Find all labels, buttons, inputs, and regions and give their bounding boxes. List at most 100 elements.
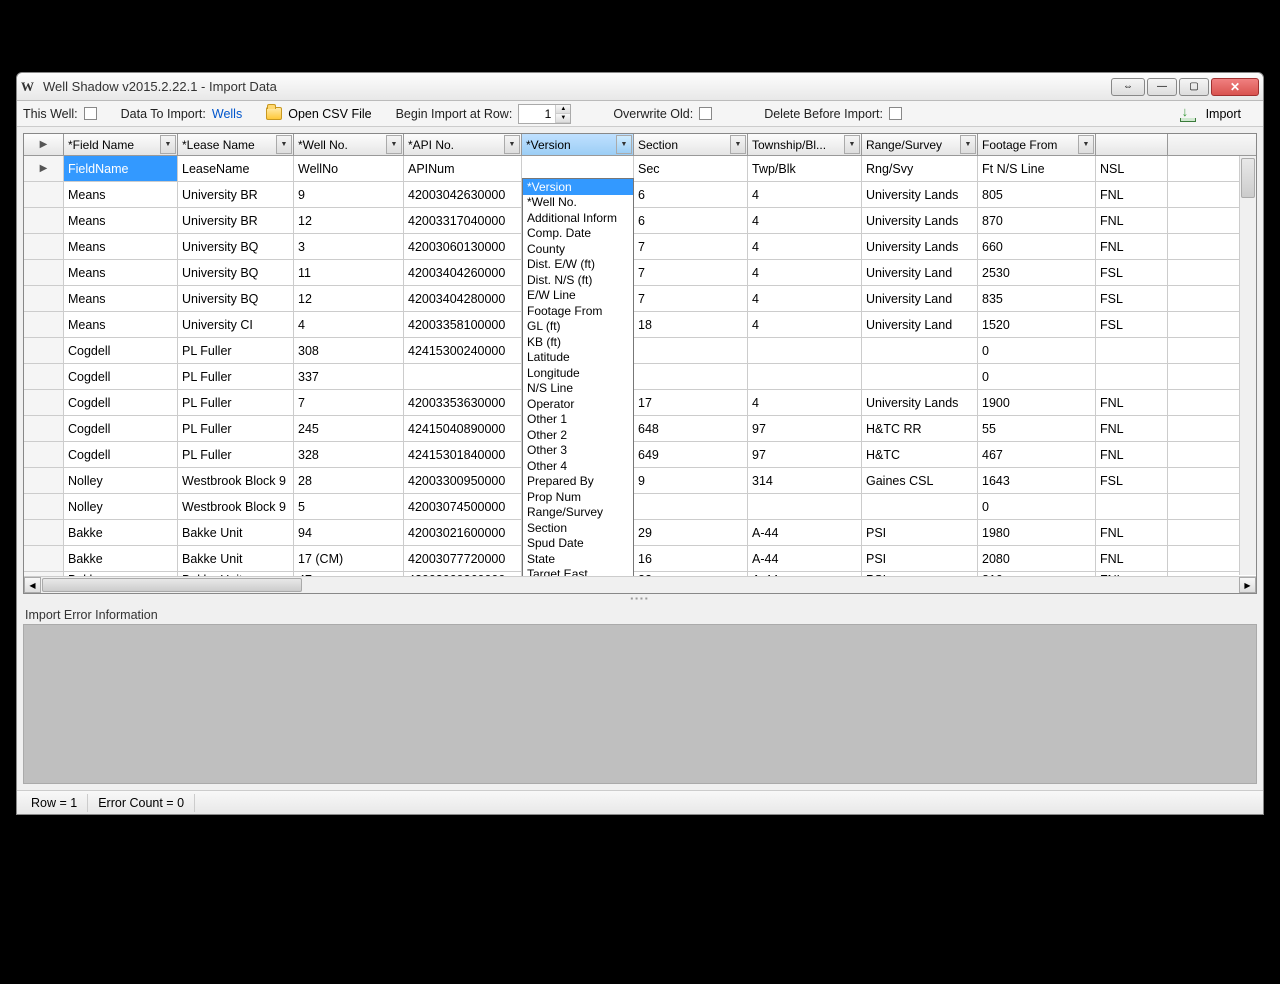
table-cell[interactable]: University BR	[178, 208, 294, 233]
table-cell[interactable]: FSL	[1096, 312, 1168, 337]
dropdown-option[interactable]: GL (ft)	[523, 319, 633, 335]
row-pointer[interactable]	[24, 312, 64, 337]
table-cell[interactable]	[1096, 338, 1168, 363]
dropdown-option[interactable]: Operator	[523, 396, 633, 412]
vertical-scrollbar[interactable]	[1239, 156, 1256, 575]
table-cell[interactable]	[748, 338, 862, 363]
table-cell[interactable]: 337	[294, 364, 404, 389]
row-pointer[interactable]: ▶	[24, 156, 64, 181]
table-row[interactable]: MeansUniversity BR94200304263000064Unive…	[24, 182, 1256, 208]
table-cell[interactable]: 1900	[978, 390, 1096, 415]
table-cell[interactable]: Cogdell	[64, 390, 178, 415]
table-cell[interactable]: Means	[64, 208, 178, 233]
chevron-down-icon[interactable]	[960, 135, 976, 154]
table-cell[interactable]	[862, 364, 978, 389]
table-row[interactable]: MeansUniversity BQ114200340426000074Univ…	[24, 260, 1256, 286]
table-cell[interactable]: NSL	[1096, 156, 1168, 181]
table-cell[interactable]: 11	[294, 260, 404, 285]
table-cell[interactable]: PL Fuller	[178, 442, 294, 467]
begin-import-row-input[interactable]	[519, 107, 555, 121]
dropdown-option[interactable]: Range/Survey	[523, 505, 633, 521]
table-cell[interactable]: Cogdell	[64, 364, 178, 389]
table-cell[interactable]: University Lands	[862, 182, 978, 207]
table-row[interactable]: MeansUniversity BQ34200306013000074Unive…	[24, 234, 1256, 260]
table-cell[interactable]: LeaseName	[178, 156, 294, 181]
table-cell[interactable]: FNL	[1096, 546, 1168, 571]
row-pointer[interactable]	[24, 260, 64, 285]
table-cell[interactable]: 17 (CM)	[294, 546, 404, 571]
scroll-right-icon[interactable]: ▶	[1239, 577, 1256, 593]
table-row[interactable]: MeansUniversity BQ124200340428000074Univ…	[24, 286, 1256, 312]
table-cell[interactable]	[404, 364, 522, 389]
col-township[interactable]: Township/Bl...	[748, 134, 862, 155]
table-cell[interactable]: 42415300240000	[404, 338, 522, 363]
table-cell[interactable]: Bakke Unit	[178, 520, 294, 545]
table-cell[interactable]: 3	[294, 234, 404, 259]
table-cell[interactable]	[634, 364, 748, 389]
dropdown-option[interactable]: E/W Line	[523, 288, 633, 304]
table-cell[interactable]: 42003404260000	[404, 260, 522, 285]
col-well-no[interactable]: *Well No.	[294, 134, 404, 155]
table-cell[interactable]: 328	[294, 442, 404, 467]
dropdown-option[interactable]: Dist. E/W (ft)	[523, 257, 633, 273]
table-cell[interactable]: 870	[978, 208, 1096, 233]
table-cell[interactable]: University BQ	[178, 234, 294, 259]
table-cell[interactable]: University Lands	[862, 390, 978, 415]
table-cell[interactable]: PL Fuller	[178, 416, 294, 441]
table-cell[interactable]: 97	[748, 416, 862, 441]
chevron-down-icon[interactable]	[844, 135, 860, 154]
table-cell[interactable]: 42003021600000	[404, 520, 522, 545]
table-cell[interactable]	[1096, 364, 1168, 389]
table-cell[interactable]: 1643	[978, 468, 1096, 493]
table-cell[interactable]: 4	[748, 234, 862, 259]
import-button[interactable]: Import	[1206, 107, 1241, 121]
table-cell[interactable]: Rng/Svy	[862, 156, 978, 181]
table-cell[interactable]: 42003060130000	[404, 234, 522, 259]
scroll-thumb[interactable]	[42, 578, 302, 592]
table-cell[interactable]: 835	[978, 286, 1096, 311]
table-cell[interactable]: 12	[294, 208, 404, 233]
table-cell[interactable]: FNL	[1096, 520, 1168, 545]
chevron-down-icon[interactable]	[504, 135, 520, 154]
table-cell[interactable]: Westbrook Block 9	[178, 494, 294, 519]
table-cell[interactable]	[634, 494, 748, 519]
table-cell[interactable]: 9	[294, 182, 404, 207]
table-cell[interactable]: 1980	[978, 520, 1096, 545]
spinner-up-icon[interactable]: ▲	[556, 105, 570, 114]
table-cell[interactable]: H&TC RR	[862, 416, 978, 441]
dropdown-option[interactable]: Footage From	[523, 303, 633, 319]
table-cell[interactable]: 28	[294, 468, 404, 493]
close-button[interactable]: ✕	[1211, 78, 1259, 96]
table-cell[interactable]: WellNo	[294, 156, 404, 181]
row-pointer[interactable]	[24, 182, 64, 207]
table-row[interactable]: CogdellPL Fuller3370	[24, 364, 1256, 390]
dropdown-option[interactable]: *Well No.	[523, 195, 633, 211]
dropdown-option[interactable]: Other 4	[523, 458, 633, 474]
table-row[interactable]: MeansUniversity CI442003358100000184Univ…	[24, 312, 1256, 338]
table-cell[interactable]: 0	[978, 494, 1096, 519]
table-cell[interactable]: University BR	[178, 182, 294, 207]
table-cell[interactable]: 467	[978, 442, 1096, 467]
table-cell[interactable]: 7	[634, 286, 748, 311]
table-row[interactable]: CogdellPL Fuller308424153002400000	[24, 338, 1256, 364]
table-cell[interactable]: PSI	[862, 546, 978, 571]
table-cell[interactable]: FieldName	[64, 156, 178, 181]
table-cell[interactable]: 0	[978, 364, 1096, 389]
table-cell[interactable]: PSI	[862, 520, 978, 545]
table-cell[interactable]: Westbrook Block 9	[178, 468, 294, 493]
table-cell[interactable]: Means	[64, 234, 178, 259]
table-cell[interactable]: 314	[748, 468, 862, 493]
table-cell[interactable]: Cogdell	[64, 338, 178, 363]
table-cell[interactable]	[862, 338, 978, 363]
table-cell[interactable]: 7	[294, 390, 404, 415]
table-cell[interactable]: 6	[634, 208, 748, 233]
row-pointer[interactable]	[24, 416, 64, 441]
row-pointer[interactable]	[24, 468, 64, 493]
row-pointer[interactable]	[24, 494, 64, 519]
table-cell[interactable]: FSL	[1096, 286, 1168, 311]
table-cell[interactable]: 2530	[978, 260, 1096, 285]
table-cell[interactable]: University CI	[178, 312, 294, 337]
table-cell[interactable]: Bakke Unit	[178, 546, 294, 571]
table-cell[interactable]: 42415301840000	[404, 442, 522, 467]
chevron-down-icon[interactable]	[276, 135, 292, 154]
